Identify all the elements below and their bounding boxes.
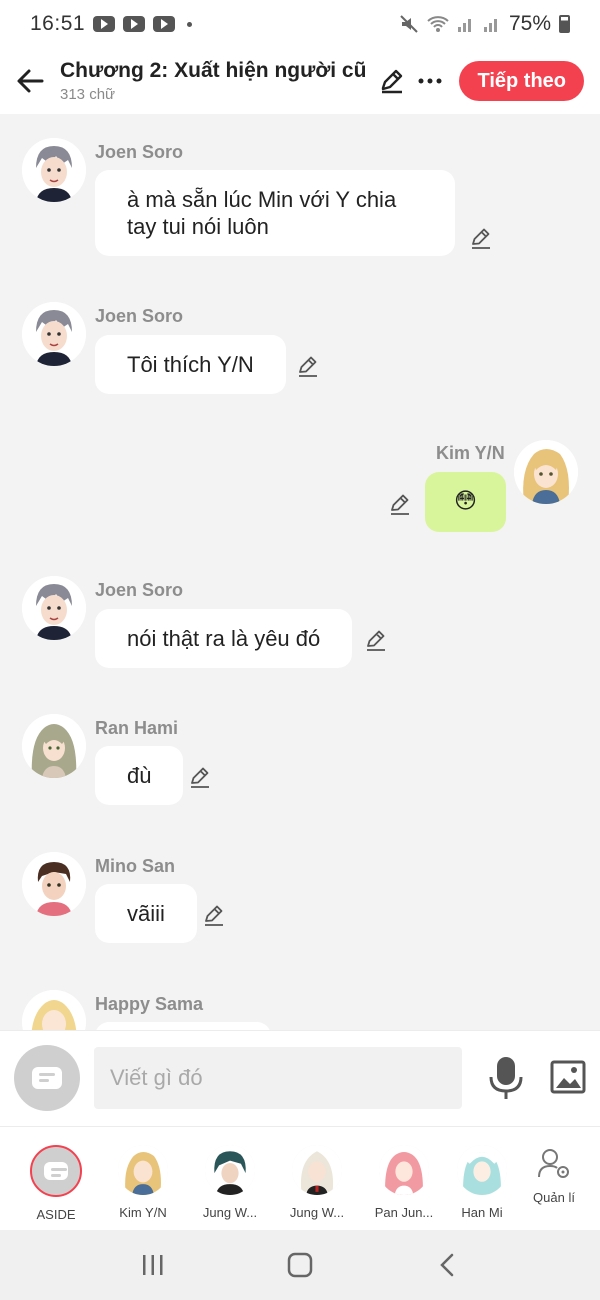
recent-apps-button[interactable] — [123, 1240, 183, 1290]
aside-chat-icon — [32, 1067, 62, 1089]
character-pan-jun[interactable]: Pan Jun... — [364, 1145, 444, 1220]
arrow-left-icon — [17, 69, 44, 93]
pencil-icon[interactable] — [469, 226, 493, 250]
message-bubble[interactable] — [95, 1022, 271, 1030]
character-avatar — [205, 1145, 255, 1195]
manage-characters-button[interactable]: Quản lí — [524, 1147, 584, 1205]
avatar-kim-yn[interactable] — [514, 440, 578, 504]
word-count: 313 chữ — [60, 86, 116, 103]
character-avatar — [118, 1145, 168, 1195]
character-label: Jung W... — [289, 1205, 345, 1220]
mute-icon — [400, 15, 418, 33]
sender-name: Mino San — [95, 856, 175, 876]
message-input[interactable] — [94, 1047, 462, 1109]
home-icon — [287, 1252, 313, 1278]
title-block: Chương 2: Xuất hiện người cũ 313 chữ — [60, 59, 373, 103]
message-bubble[interactable]: vãiii — [95, 884, 197, 943]
message-bubble[interactable]: nói thật ra là yêu đó — [95, 609, 353, 668]
avatar-happy-sama[interactable] — [22, 990, 86, 1030]
chapter-title: Chương 2: Xuất hiện người cũ — [60, 59, 367, 82]
signal-icon — [457, 19, 471, 32]
pencil-icon[interactable] — [388, 492, 412, 516]
pencil-icon[interactable] — [202, 903, 226, 927]
message-text: đù — [127, 763, 152, 788]
message-text: Tôi thích Y/N — [127, 352, 254, 377]
avatar-joen-soro[interactable] — [22, 302, 86, 366]
pencil-icon[interactable] — [188, 765, 212, 789]
back-button[interactable] — [0, 51, 60, 111]
message-text: nói thật ra là yêu đó — [127, 626, 321, 651]
character-label: ASIDE — [36, 1207, 76, 1222]
youtube-icon — [153, 16, 176, 32]
user-settings-icon — [538, 1149, 569, 1178]
status-bar: 16:51 75% — [0, 0, 600, 48]
message-list[interactable]: Joen Soro à mà sẵn lúc Min với Y chia ta… — [0, 114, 600, 1030]
composer-bar — [0, 1030, 600, 1126]
character-jung-w-2[interactable]: Jung W... — [277, 1145, 357, 1220]
aside-mode-button[interactable] — [14, 1045, 80, 1111]
more-dots-icon — [418, 78, 442, 84]
pencil-icon[interactable] — [296, 354, 320, 378]
sender-name: Joen Soro — [95, 580, 184, 600]
character-aside[interactable]: ASIDE — [16, 1145, 96, 1222]
message-bubble[interactable]: à mà sẵn lúc Min với Y chia tay tui nói … — [95, 170, 455, 256]
home-button[interactable] — [270, 1240, 330, 1290]
character-bar: ASIDE Kim Y/N Jung W... Jung W... Pan Ju… — [0, 1126, 600, 1230]
character-label: Jung W... — [202, 1205, 258, 1220]
character-label: Han Mi — [461, 1205, 503, 1220]
pencil-icon — [382, 69, 403, 94]
message-bubble[interactable]: 😳 — [425, 472, 506, 532]
avatar-joen-soro[interactable] — [22, 138, 86, 202]
more-options-button[interactable] — [411, 61, 449, 101]
character-kim-yn[interactable]: Kim Y/N — [103, 1145, 183, 1220]
character-jung-w-1[interactable]: Jung W... — [190, 1145, 270, 1220]
microphone-icon[interactable] — [488, 1055, 524, 1101]
character-avatar — [379, 1145, 429, 1195]
next-chapter-button[interactable]: Tiếp theo — [459, 61, 584, 101]
avatar-ran-hami[interactable] — [22, 714, 86, 778]
sender-name: Joen Soro — [95, 306, 184, 326]
battery-icon — [559, 15, 570, 33]
message-text: 😳 — [454, 488, 477, 513]
chevron-left-icon — [439, 1253, 453, 1277]
character-avatar — [457, 1145, 507, 1195]
avatar-joen-soro[interactable] — [22, 576, 86, 640]
aside-avatar — [30, 1145, 82, 1197]
sender-name: Ran Hami — [95, 718, 179, 738]
character-han-mi[interactable]: Han Mi — [446, 1145, 518, 1220]
system-nav-bar — [0, 1230, 600, 1300]
youtube-icon — [123, 16, 146, 32]
status-time: 16:51 — [30, 12, 86, 35]
message-text: tay tui nói luôn — [127, 214, 269, 239]
aside-chat-icon — [44, 1162, 68, 1180]
character-avatar — [292, 1145, 342, 1195]
notification-dot-icon — [187, 21, 193, 27]
image-icon[interactable] — [550, 1060, 586, 1094]
sender-name: Kim Y/N — [436, 443, 505, 463]
character-label: Kim Y/N — [119, 1205, 167, 1220]
chapter-header: Chương 2: Xuất hiện người cũ 313 chữ Tiế… — [0, 48, 600, 114]
signal-icon — [483, 19, 497, 32]
message-bubble[interactable]: đù — [95, 746, 184, 805]
manage-label: Quản lí — [533, 1190, 575, 1205]
sender-name: Happy Sama — [95, 994, 204, 1014]
sender-name: Joen Soro — [95, 142, 184, 162]
youtube-icon — [93, 16, 116, 32]
message-text: vãiii — [127, 901, 165, 926]
pencil-icon[interactable] — [364, 628, 388, 652]
back-nav-button[interactable] — [417, 1240, 477, 1290]
wifi-icon — [427, 16, 449, 32]
message-bubble[interactable]: Tôi thích Y/N — [95, 335, 286, 394]
battery-percent: 75% — [508, 12, 551, 35]
avatar-mino-san[interactable] — [22, 852, 86, 916]
character-label: Pan Jun... — [374, 1205, 434, 1220]
edit-chapter-button[interactable] — [373, 61, 411, 101]
message-text: à mà sẵn lúc Min với Y chia — [127, 187, 397, 212]
recent-apps-icon — [143, 1255, 163, 1275]
